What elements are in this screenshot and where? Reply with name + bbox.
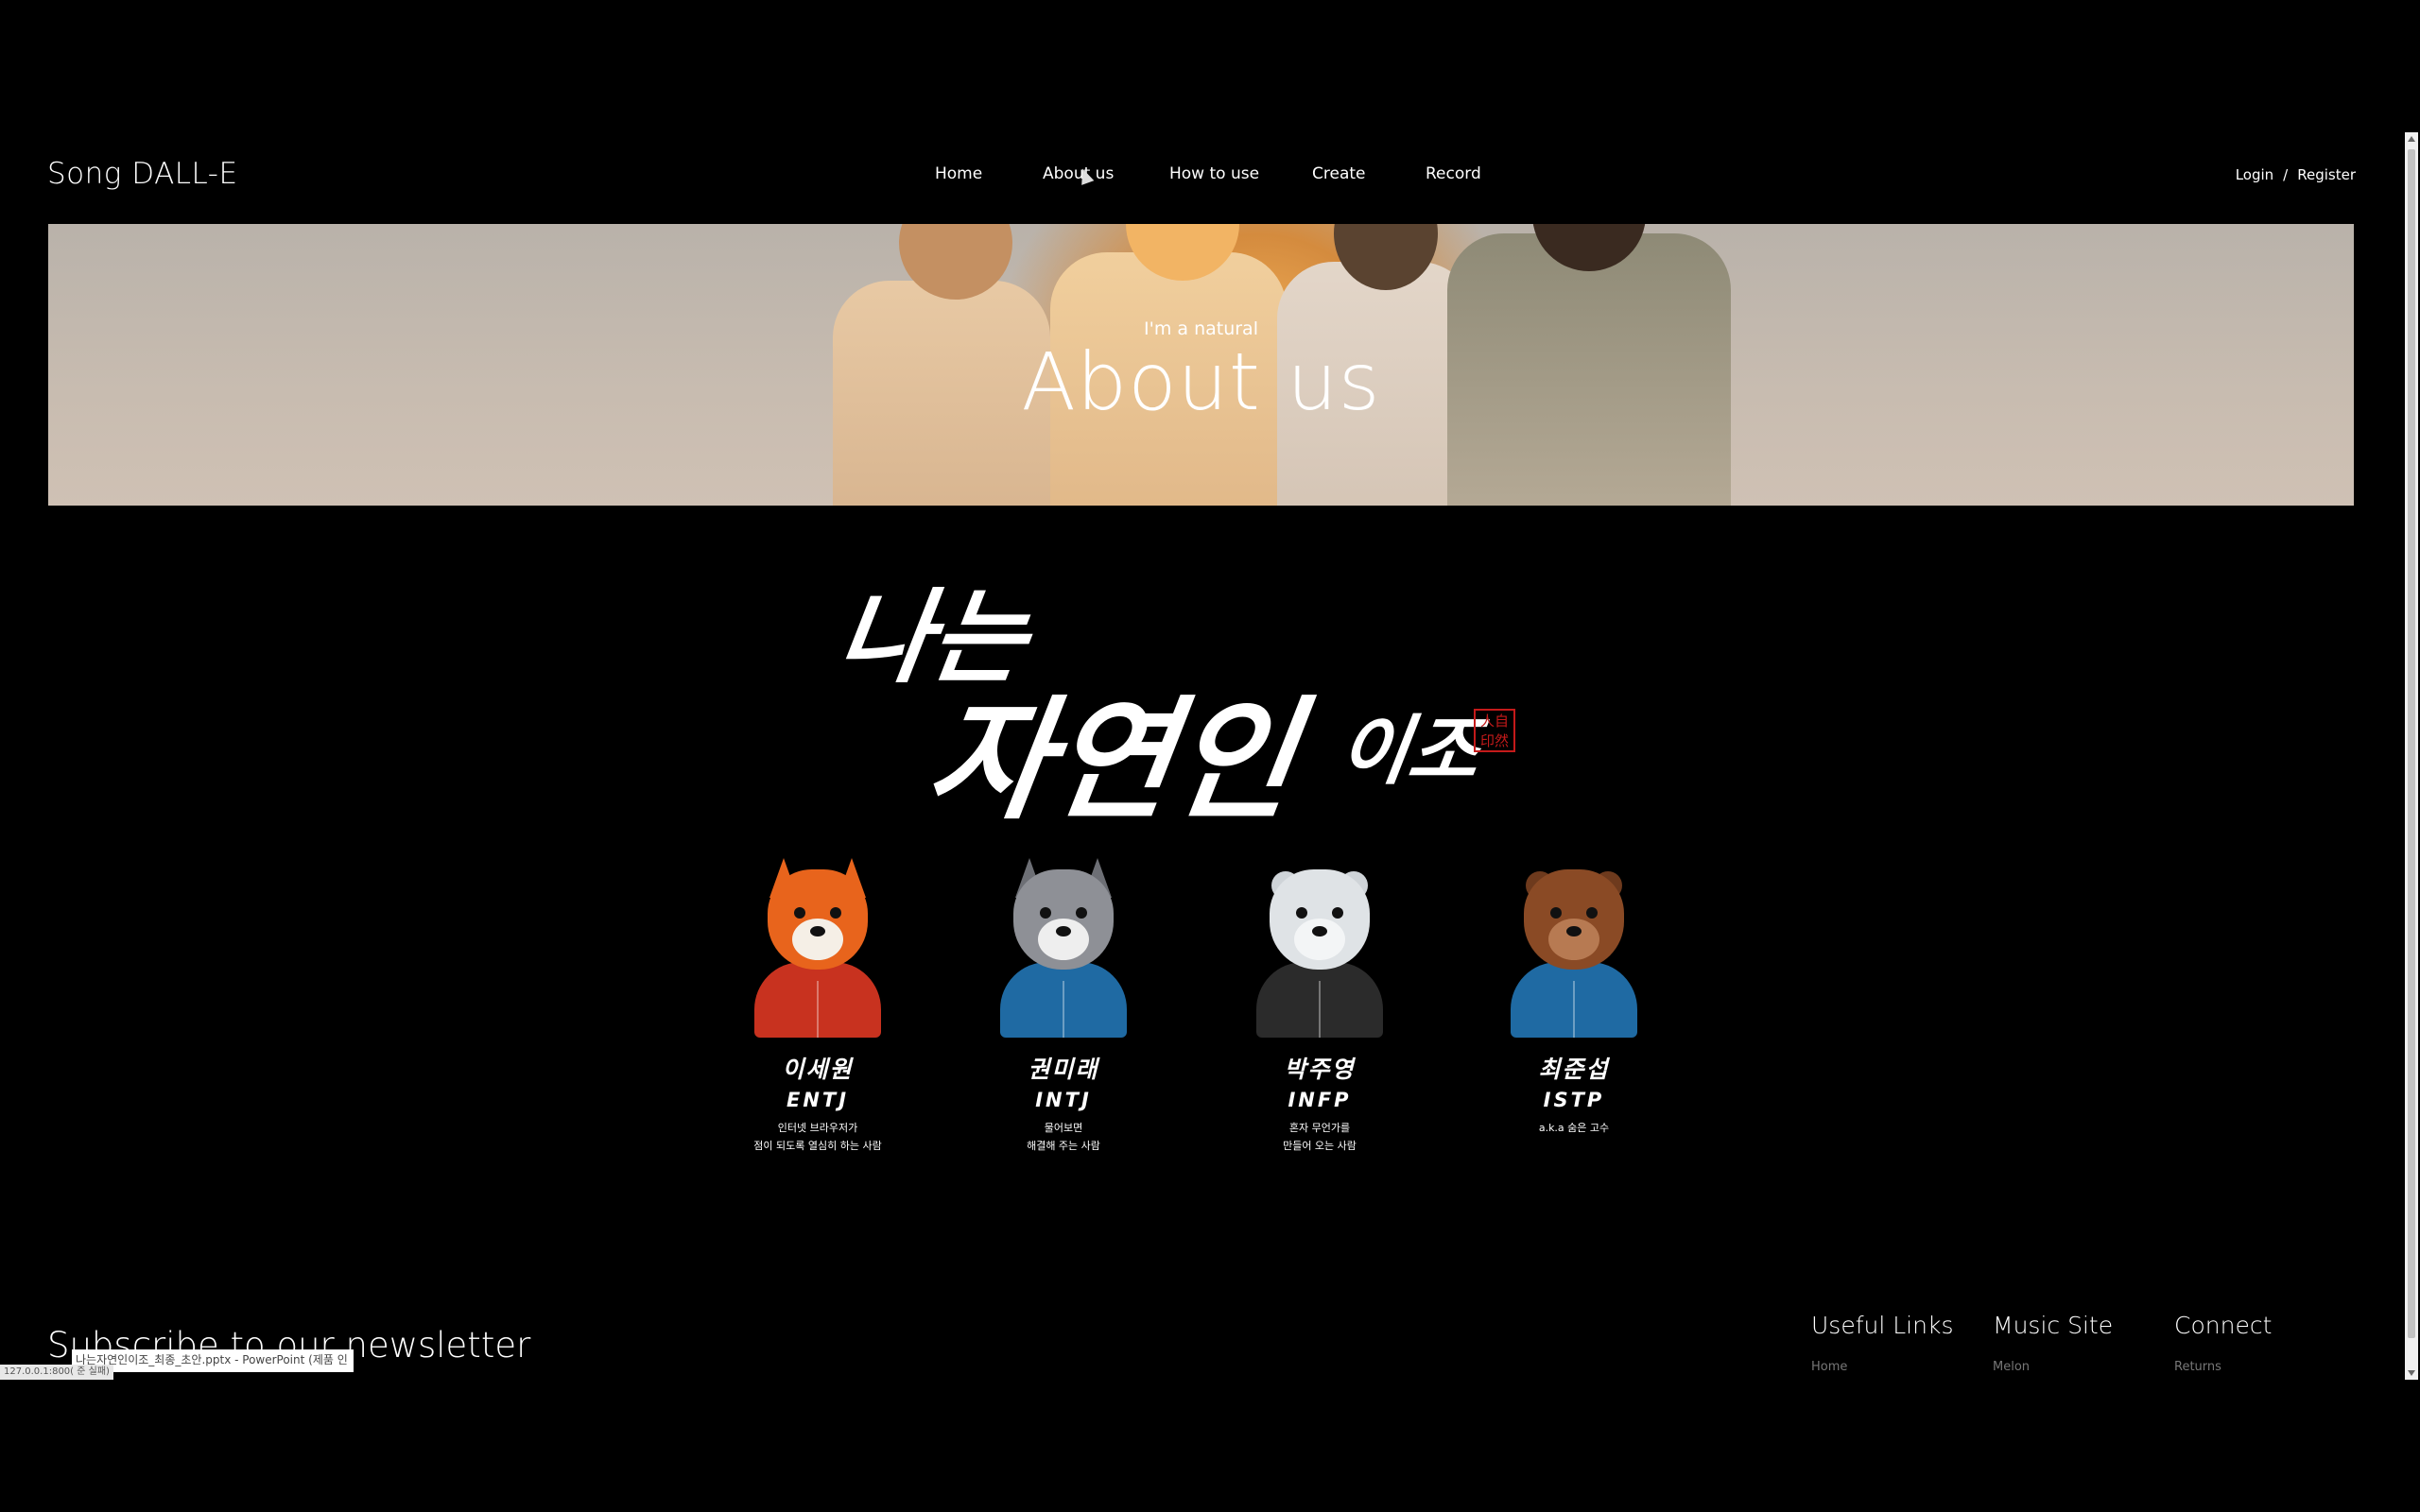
scroll-down-arrow-icon[interactable] — [2408, 1370, 2415, 1376]
login-link[interactable]: Login — [2236, 166, 2273, 183]
member-desc-line: 해결해 주는 사람 — [1027, 1140, 1100, 1152]
member-desc-line: a.k.a 숨은 고수 — [1538, 1122, 1610, 1134]
nav-create[interactable]: Create — [1312, 164, 1366, 183]
member-desc-line: 혼자 무언가를 — [1288, 1122, 1351, 1134]
member-card: 권미래 INTJ 물어보면 해결해 주는 사람 — [969, 858, 1158, 1155]
nav-home[interactable]: Home — [935, 164, 982, 183]
red-seal-stamp: 人自印然 — [1474, 709, 1515, 752]
husky-avatar-icon — [993, 858, 1134, 1038]
polar-bear-avatar-icon — [1249, 858, 1391, 1038]
member-description: 혼자 무언가를 만들어 오는 사람 — [1225, 1119, 1414, 1155]
main-nav: Home About us How to use Create Record — [0, 164, 2420, 193]
footer-column-useful-links: Useful Links Home — [1811, 1312, 1953, 1374]
fox-avatar-icon — [747, 858, 889, 1038]
member-name: 권미래 — [1028, 1056, 1099, 1083]
member-mbti: ENTJ — [786, 1089, 850, 1111]
beaver-avatar-icon — [1503, 858, 1645, 1038]
member-description: 물어보면 해결해 주는 사람 — [969, 1119, 1158, 1155]
member-mbti: ISTP — [1543, 1089, 1605, 1111]
member-card: 박주영 INFP 혼자 무언가를 만들어 오는 사람 — [1225, 858, 1414, 1155]
member-card: 이세원 ENTJ 인터넷 브라우저가 점이 되도록 열심히 하는 사람 — [723, 858, 912, 1155]
team-title-line2: 자연인 — [918, 683, 1306, 838]
footer-link-home[interactable]: Home — [1811, 1360, 1953, 1374]
member-card: 최준섭 ISTP a.k.a 숨은 고수 — [1479, 858, 1668, 1137]
member-name: 이세원 — [782, 1056, 854, 1083]
member-desc-line: 인터넷 브라우저가 — [777, 1122, 858, 1134]
footer-heading: Music Site — [1993, 1312, 2114, 1339]
register-link[interactable]: Register — [2297, 166, 2356, 183]
page: Song DALL-E Home About us How to use Cre… — [0, 0, 2420, 1512]
taskbar-tooltip: 나는자연인이조_최종_초안.pptx - PowerPoint (제품 인 — [72, 1349, 354, 1372]
footer-heading: Connect — [2174, 1312, 2273, 1339]
footer-column-connect: Connect Returns — [2174, 1312, 2272, 1374]
member-name: 최준섭 — [1538, 1056, 1610, 1083]
footer-link-returns[interactable]: Returns — [2174, 1360, 2272, 1374]
member-desc-line: 만들어 오는 사람 — [1283, 1140, 1357, 1152]
page-scrollbar[interactable] — [2405, 132, 2418, 1380]
member-name: 박주영 — [1284, 1056, 1356, 1083]
member-mbti: INTJ — [1035, 1089, 1092, 1111]
member-desc-line: 물어보면 — [1044, 1122, 1083, 1134]
browser-status-url: 127.0.0.1:800( 준 실패) — [0, 1365, 113, 1380]
auth-links: Login / Register — [2236, 166, 2356, 183]
member-description: 인터넷 브라우저가 점이 되도록 열심히 하는 사람 — [723, 1119, 912, 1155]
member-mbti: INFP — [1288, 1089, 1352, 1111]
team-title-line3: 이조 — [1333, 706, 1485, 795]
auth-separator: / — [2283, 166, 2289, 183]
hero-title: About us — [1021, 335, 1381, 428]
scrollbar-thumb[interactable] — [2408, 149, 2415, 1338]
footer-link-melon[interactable]: Melon — [1993, 1360, 2113, 1374]
footer-heading: Useful Links — [1811, 1312, 1954, 1339]
footer-column-music-site: Music Site Melon — [1993, 1312, 2113, 1374]
member-description: a.k.a 숨은 고수 — [1479, 1119, 1668, 1137]
hero-banner: I'm a natural About us — [48, 224, 2354, 506]
nav-how-to-use[interactable]: How to use — [1169, 164, 1259, 183]
member-desc-line: 점이 되도록 열심히 하는 사람 — [753, 1140, 882, 1152]
nav-record[interactable]: Record — [1426, 164, 1481, 183]
scroll-up-arrow-icon[interactable] — [2408, 136, 2415, 142]
